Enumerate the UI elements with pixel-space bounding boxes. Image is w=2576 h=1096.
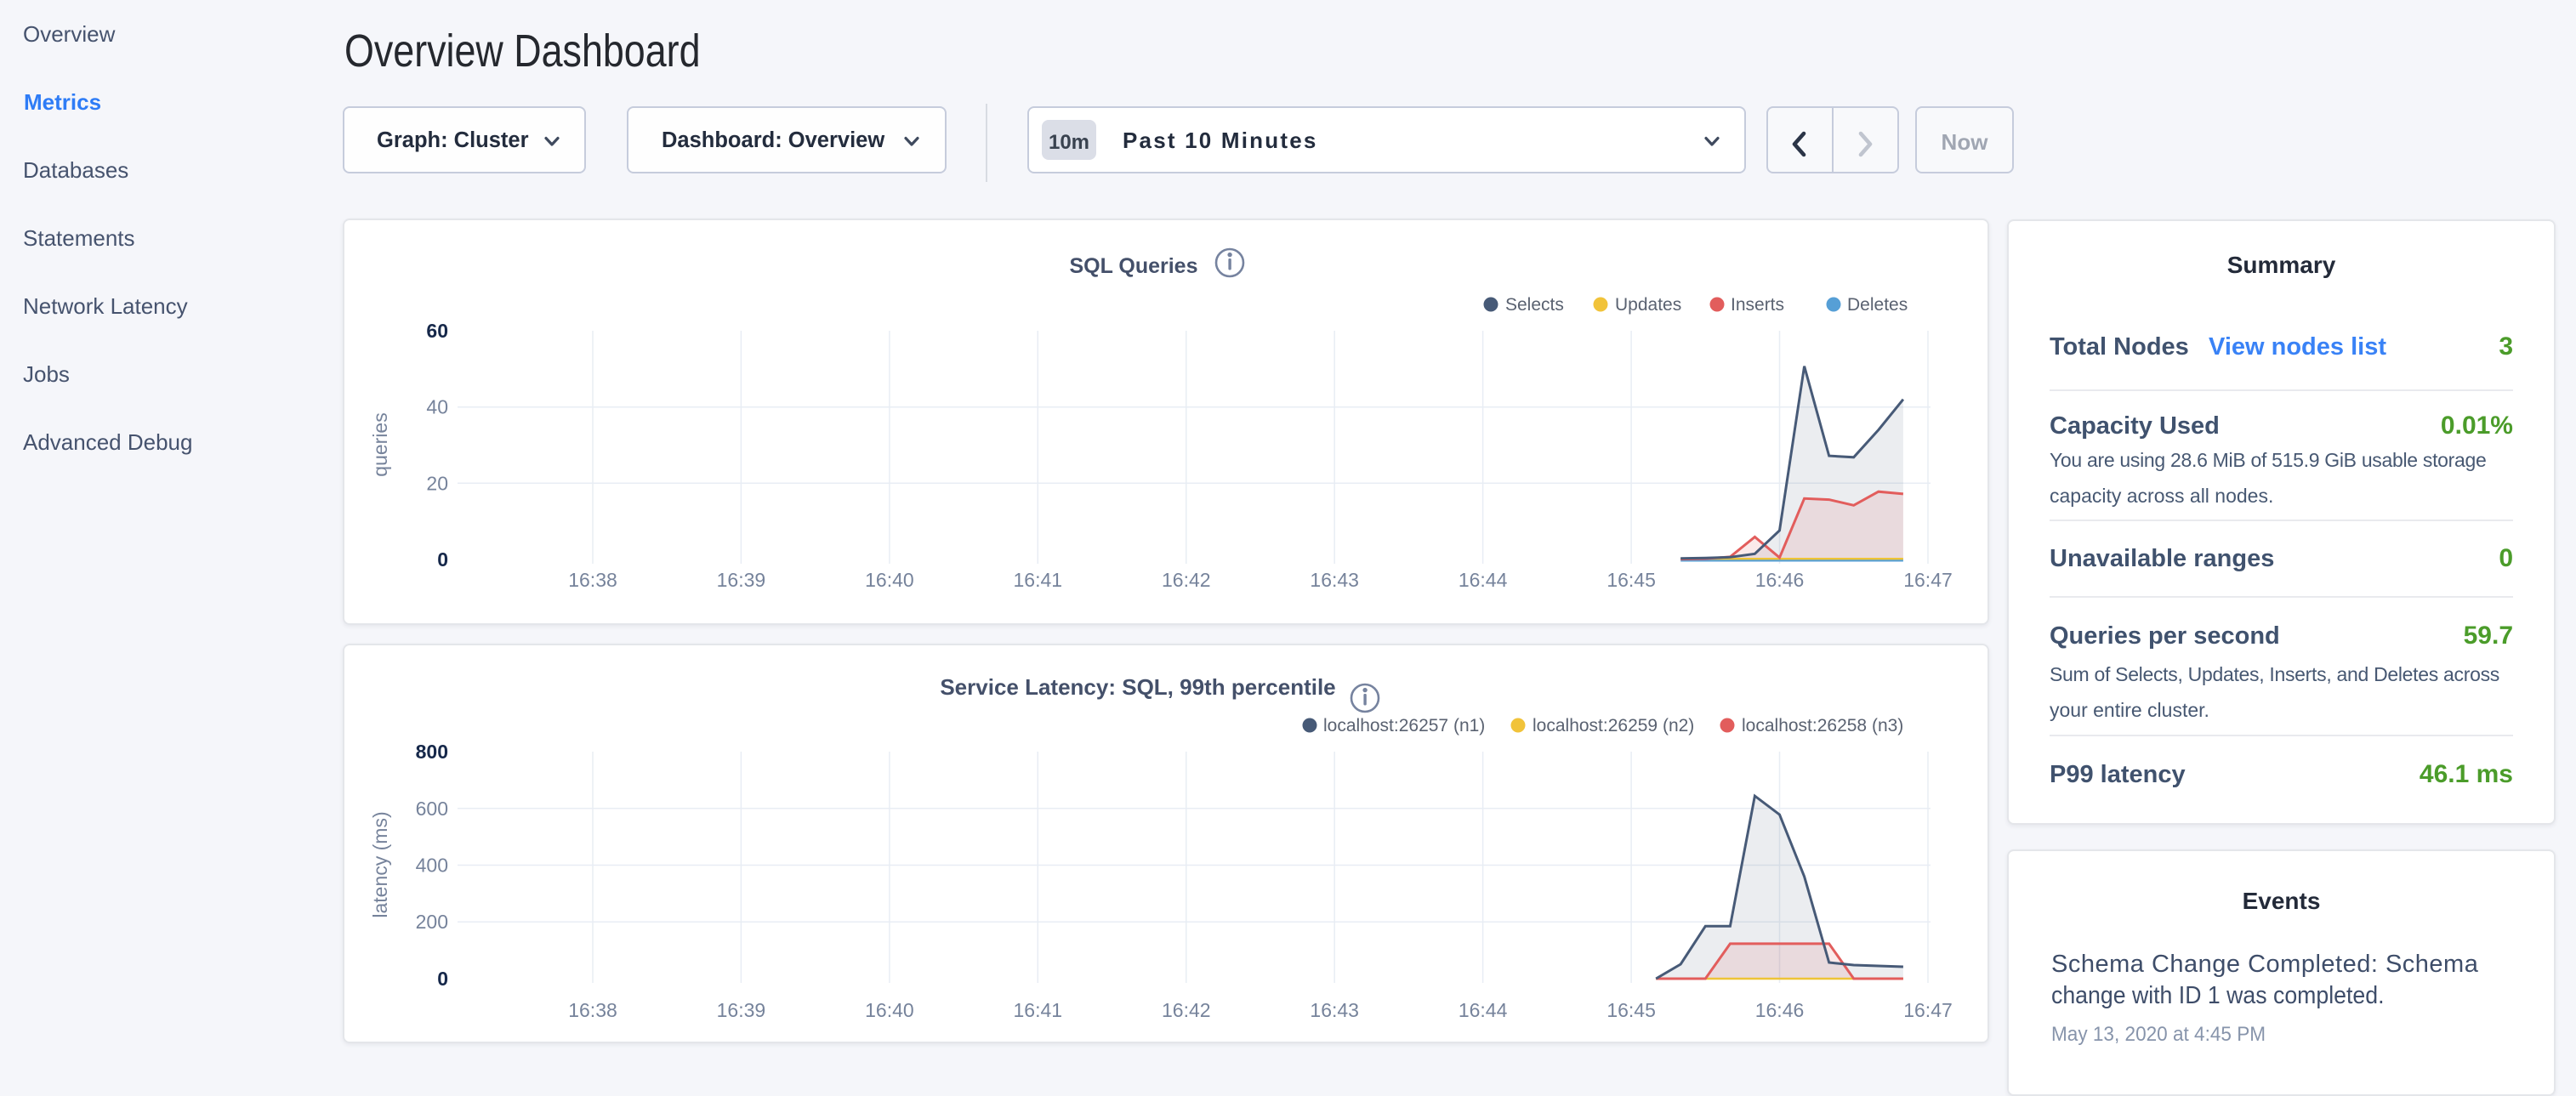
svg-text:16:43: 16:43 — [1310, 999, 1359, 1021]
svg-text:16:40: 16:40 — [865, 999, 914, 1021]
svg-text:Selects: Selects — [1505, 295, 1564, 315]
svg-text:Inserts: Inserts — [1731, 295, 1784, 315]
svg-text:0: 0 — [437, 548, 448, 571]
svg-text:0: 0 — [437, 968, 448, 990]
svg-text:16:42: 16:42 — [1162, 999, 1211, 1021]
svg-text:16:38: 16:38 — [568, 999, 617, 1021]
svg-text:16:40: 16:40 — [865, 569, 914, 591]
svg-text:16:45: 16:45 — [1606, 569, 1656, 591]
svg-text:20: 20 — [426, 472, 448, 494]
svg-text:16:38: 16:38 — [568, 569, 617, 591]
svg-text:16:45: 16:45 — [1606, 999, 1656, 1021]
svg-text:16:44: 16:44 — [1459, 999, 1508, 1021]
svg-text:16:47: 16:47 — [1903, 999, 1953, 1021]
svg-text:Service Latency: SQL, 99th per: Service Latency: SQL, 99th percentile — [940, 674, 1335, 700]
svg-text:localhost:26258 (n3): localhost:26258 (n3) — [1742, 716, 1903, 735]
svg-text:16:42: 16:42 — [1162, 569, 1211, 591]
svg-text:localhost:26259 (n2): localhost:26259 (n2) — [1533, 716, 1694, 735]
svg-text:SQL Queries: SQL Queries — [1070, 254, 1198, 278]
svg-text:60: 60 — [426, 320, 448, 342]
svg-text:16:44: 16:44 — [1459, 569, 1508, 591]
svg-text:200: 200 — [416, 911, 448, 933]
svg-text:600: 600 — [416, 798, 448, 820]
svg-text:queries: queries — [369, 412, 391, 476]
svg-text:Updates: Updates — [1615, 295, 1681, 315]
svg-text:16:46: 16:46 — [1755, 999, 1805, 1021]
svg-text:16:46: 16:46 — [1755, 569, 1805, 591]
svg-text:16:39: 16:39 — [717, 999, 766, 1021]
svg-text:800: 800 — [416, 741, 448, 763]
svg-text:latency (ms): latency (ms) — [369, 811, 391, 917]
svg-text:16:47: 16:47 — [1903, 569, 1953, 591]
svg-text:16:41: 16:41 — [1014, 569, 1063, 591]
svg-text:localhost:26257 (n1): localhost:26257 (n1) — [1323, 716, 1485, 735]
svg-text:16:39: 16:39 — [717, 569, 766, 591]
svg-text:40: 40 — [426, 396, 448, 418]
svg-text:400: 400 — [416, 855, 448, 877]
svg-text:16:43: 16:43 — [1310, 569, 1359, 591]
svg-text:Deletes: Deletes — [1847, 295, 1908, 315]
svg-text:16:41: 16:41 — [1014, 999, 1063, 1021]
